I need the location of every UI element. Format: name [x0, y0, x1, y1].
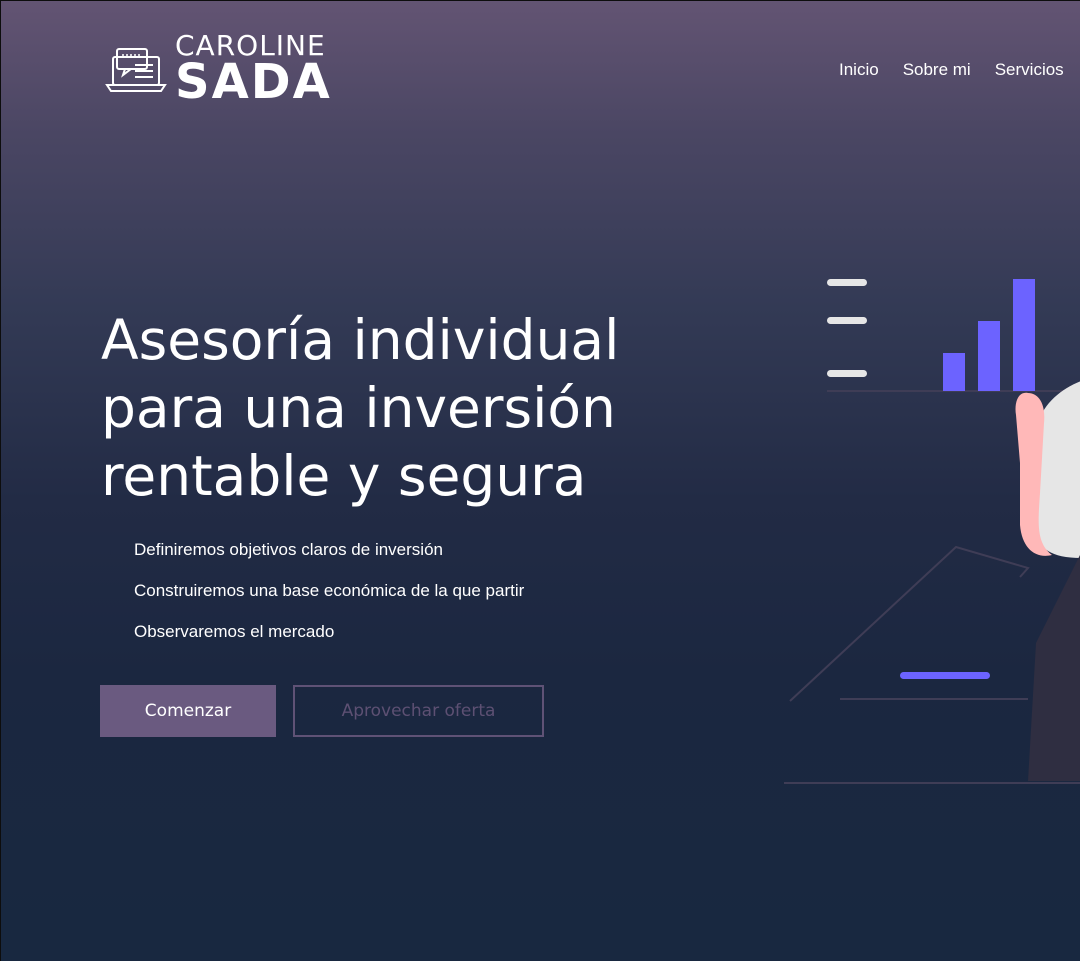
presentation-chart-illustration	[784, 279, 1080, 784]
hero-title-line-1: Asesoría individual	[101, 308, 620, 372]
nav-item-inicio[interactable]: Inicio	[839, 60, 879, 80]
feature-list: Definiremos objetivos claros de inversió…	[134, 539, 524, 662]
start-button[interactable]: Comenzar	[100, 685, 276, 737]
feature-item: Definiremos objetivos claros de inversió…	[134, 540, 443, 559]
feature-item: Construiremos una base económica de la q…	[134, 581, 525, 600]
laptop-chat-icon	[105, 48, 167, 92]
nav-item-servicios[interactable]: Servicios	[995, 60, 1064, 80]
brand-name-bottom: SADA	[175, 54, 332, 110]
brand-logo[interactable]: CAROLINE SADA	[105, 31, 355, 109]
hero-title-line-2: para una inversión	[101, 376, 616, 440]
main-nav: Inicio Sobre mi Servicios	[839, 60, 1064, 80]
hero-title: Asesoría individual para una inversión r…	[101, 306, 721, 510]
feature-item: Observaremos el mercado	[134, 622, 335, 641]
hero-title-line-3: rentable y segura	[101, 444, 587, 508]
offer-button[interactable]: Aprovechar oferta	[293, 685, 544, 737]
nav-item-sobre-mi[interactable]: Sobre mi	[903, 60, 971, 80]
